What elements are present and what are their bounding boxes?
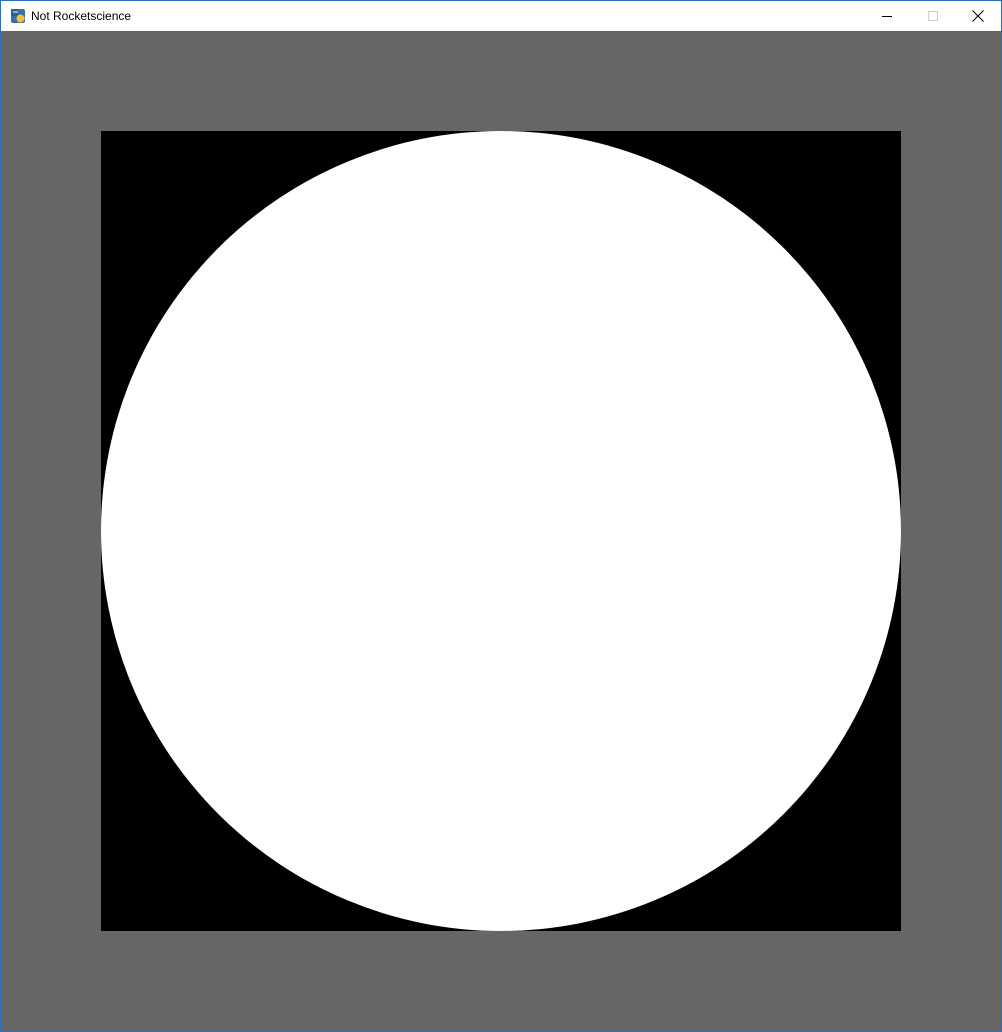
close-button[interactable] [955,1,1001,31]
maximize-button[interactable] [910,1,956,31]
window-title: Not Rocketscience [31,9,132,23]
minimize-button[interactable] [864,1,910,31]
python-app-icon [10,8,26,24]
title-bar[interactable]: Not Rocketscience [1,1,1001,31]
client-area [1,31,1001,1031]
close-icon [972,10,984,22]
white-circle [101,131,901,931]
maximize-icon [928,11,938,21]
drawing-canvas[interactable] [101,131,901,931]
minimize-icon [882,16,892,17]
app-window: Not Rocketscience [0,0,1002,1032]
